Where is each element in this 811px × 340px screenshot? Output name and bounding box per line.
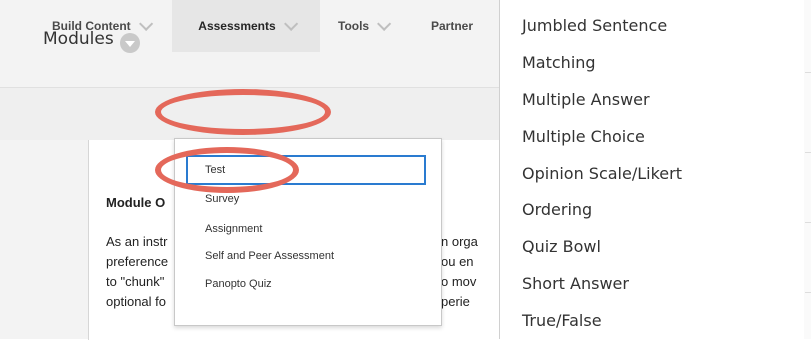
dropdown-item-survey[interactable]: Survey	[205, 193, 239, 205]
assessments-menu[interactable]: Assessments	[172, 0, 320, 52]
module-text-line: optional fo	[106, 294, 166, 309]
question-type-item[interactable]: Multiple Choice	[522, 127, 645, 146]
divider	[805, 72, 811, 73]
divider	[805, 152, 811, 153]
question-type-item[interactable]: Ordering	[522, 200, 592, 219]
tools-label: Tools	[338, 19, 370, 33]
dropdown-item-self-peer-assessment[interactable]: Self and Peer Assessment	[205, 250, 334, 262]
module-text-line: preference	[106, 254, 169, 269]
question-type-item[interactable]: Matching	[522, 53, 596, 72]
dropdown-item-assignment[interactable]: Assignment	[205, 223, 262, 235]
question-type-item[interactable]: Jumbled Sentence	[522, 16, 667, 35]
divider	[805, 222, 811, 223]
dropdown-item-test-label: Test	[205, 164, 226, 176]
module-text-fragment: perie	[441, 294, 470, 309]
course-toolbar	[0, 87, 500, 140]
build-content-label: Build Content	[52, 19, 131, 33]
question-type-item[interactable]: Quiz Bowl	[522, 237, 601, 256]
module-text-line: As an instr	[106, 234, 168, 249]
question-type-item[interactable]: Short Answer	[522, 274, 629, 293]
question-type-item[interactable]: Multiple Answer	[522, 90, 650, 109]
partner-menu[interactable]: Partner	[431, 0, 473, 52]
background-edge	[804, 0, 811, 339]
page: Modules Build Content Assessments Tools …	[0, 0, 811, 340]
module-heading: Module O	[106, 195, 166, 210]
dropdown-item-panopto-quiz[interactable]: Panopto Quiz	[205, 278, 272, 290]
divider	[805, 292, 811, 293]
question-type-item[interactable]: Opinion Scale/Likert	[522, 164, 682, 183]
module-text-fragment: ou en	[441, 254, 474, 269]
build-content-menu[interactable]: Build Content	[52, 0, 153, 52]
module-text-line: to "chunk"	[106, 274, 165, 289]
question-type-item[interactable]: True/False	[522, 311, 602, 330]
assessments-label: Assessments	[198, 19, 276, 33]
chevron-down-icon	[283, 16, 298, 31]
module-text-fragment: o mov	[441, 274, 477, 289]
partner-label: Partner	[431, 19, 474, 33]
tools-menu[interactable]: Tools	[338, 0, 392, 52]
module-text-fragment: n orga	[441, 234, 478, 249]
